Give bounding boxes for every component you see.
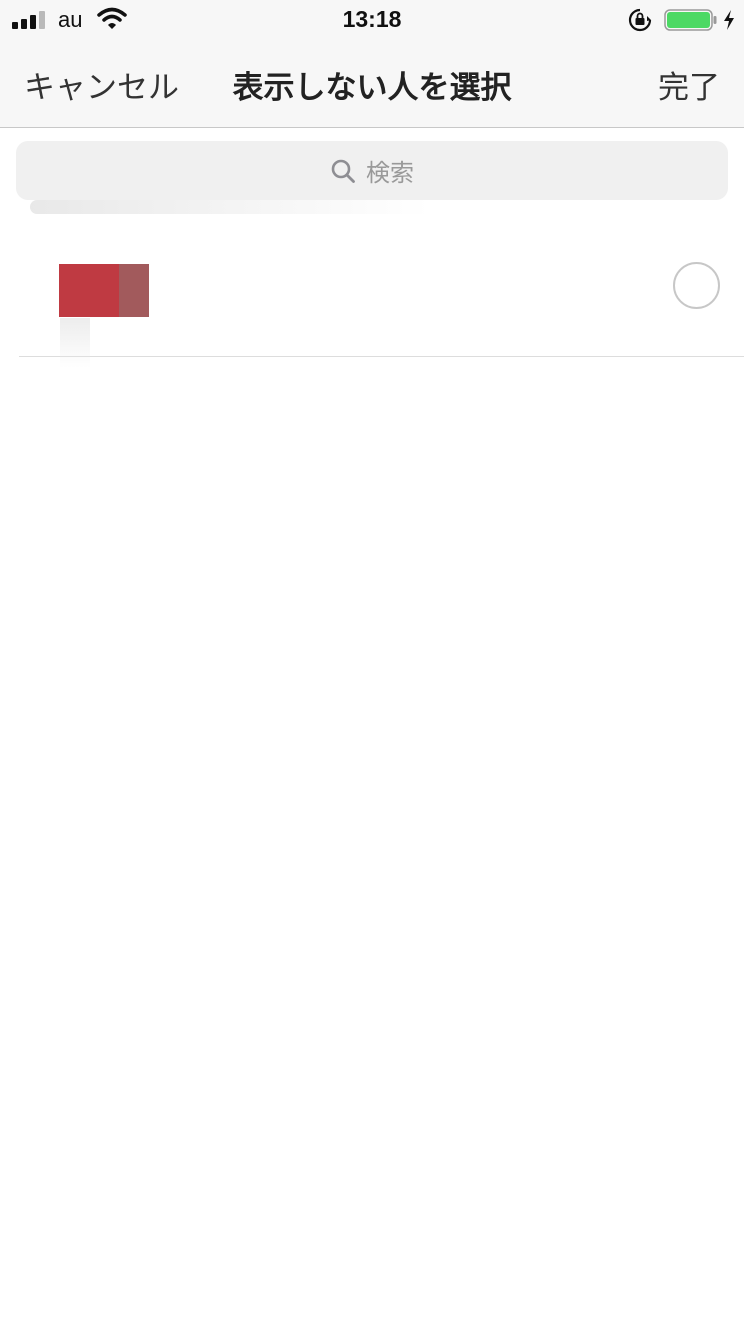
search-input-content: 検索 <box>16 141 728 200</box>
avatar-block-right <box>119 264 149 317</box>
blur-artifact <box>60 318 90 368</box>
blur-artifact <box>30 200 430 214</box>
cancel-button[interactable]: キャンセル <box>24 62 179 107</box>
search-placeholder: 検索 <box>366 159 414 187</box>
search-input[interactable]: 検索 <box>16 141 728 200</box>
navigation-bar: キャンセル 表示しない人を選択 完了 <box>0 40 744 128</box>
screen: au 13:18 キャンセル 表示しない人を選択 完了 検索 <box>0 0 744 1323</box>
search-icon <box>331 159 355 183</box>
avatar-block-left <box>59 264 119 317</box>
select-radio[interactable] <box>673 262 720 309</box>
rotation-lock-icon <box>628 8 652 32</box>
charging-icon <box>724 10 734 30</box>
avatar <box>59 264 149 317</box>
battery-icon <box>664 9 717 31</box>
done-button[interactable]: 完了 <box>658 62 720 107</box>
status-bar: au 13:18 <box>0 0 744 40</box>
friend-list-item[interactable] <box>19 218 744 357</box>
